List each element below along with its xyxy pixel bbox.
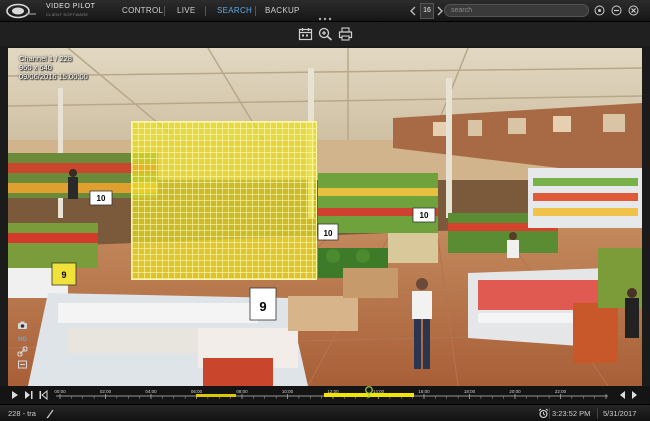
price-sign: 10	[420, 211, 429, 220]
step-backward-icon[interactable]	[38, 390, 48, 400]
drag-handle-icon[interactable]	[318, 17, 332, 21]
video-pilot-window: VIDEO PILOT CLIENT SOFTWARE CONTROL LIVE…	[0, 0, 650, 421]
timeline-label: 20:00	[509, 389, 521, 394]
brand-title: VIDEO PILOT	[46, 3, 96, 10]
logo-icon	[6, 3, 36, 19]
step-forward-icon[interactable]	[24, 390, 34, 400]
calendar-icon[interactable]	[298, 27, 313, 41]
motion-detection-grid[interactable]	[131, 121, 317, 280]
arrow-left-icon[interactable]	[408, 5, 418, 17]
status-time: 3:23:52 PM	[552, 409, 591, 418]
alarm-icon[interactable]	[538, 408, 549, 419]
hd-icon[interactable]: HD	[17, 333, 28, 344]
search-input[interactable]	[444, 4, 589, 17]
timeline-label: 02:00	[99, 389, 112, 394]
link-icon[interactable]	[17, 346, 28, 357]
camera-frame: 10 10 10 9 9	[8, 48, 642, 386]
recording-segment[interactable]	[196, 394, 236, 397]
timeline-label: 08:00	[236, 389, 248, 394]
nav-search[interactable]: SEARCH	[217, 6, 252, 15]
status-separator	[597, 408, 598, 419]
osd-resolution: 960 x 640	[19, 63, 52, 72]
nav-control[interactable]: CONTROL	[122, 6, 163, 15]
pen-icon[interactable]	[46, 408, 55, 419]
camera-status: 228 - tra	[8, 409, 36, 418]
osd-timestamp: 09/06/2016 15:00:00	[19, 72, 88, 81]
status-separator	[549, 408, 550, 419]
help-icon[interactable]	[594, 5, 605, 16]
timeline-label: 18:00	[463, 389, 476, 394]
price-sign: 9	[259, 299, 266, 314]
osd-channel: Channel 1 / 228	[19, 54, 72, 63]
timeline-label: 00:00	[54, 389, 66, 394]
search-toolbar	[0, 22, 650, 46]
nav-backup[interactable]: BACKUP	[265, 6, 300, 15]
shopper-figure	[68, 169, 78, 199]
price-sign: 10	[97, 194, 106, 203]
svg-text:HD: HD	[18, 337, 27, 343]
zoom-in-icon[interactable]	[318, 27, 333, 41]
price-sign: 9	[61, 270, 66, 280]
status-date: 5/31/2017	[603, 409, 637, 418]
timeline-label: 10:00	[281, 389, 294, 394]
timeline-label: 14:00	[372, 389, 385, 394]
video-viewport[interactable]: 10 10 10 9 9 Channel 1 / 228 960 x 640 0…	[8, 48, 642, 386]
rewind-icon[interactable]	[617, 390, 627, 400]
timeline-label: 16:00	[418, 389, 430, 394]
minimize-icon[interactable]	[611, 5, 622, 16]
status-bar: 228 - tra 3:23:52 PM 5/31/2017	[0, 404, 650, 421]
nav-separator	[205, 6, 206, 16]
nav-separator	[164, 6, 165, 16]
timeline-label: 22:00	[554, 389, 567, 394]
brand: VIDEO PILOT CLIENT SOFTWARE	[46, 3, 95, 19]
brand-subtitle: CLIENT SOFTWARE	[46, 12, 89, 17]
print-icon[interactable]	[338, 27, 353, 41]
channel-count[interactable]: 16	[420, 3, 434, 19]
timeline-label: 06:00	[190, 389, 203, 394]
fast-forward-icon[interactable]	[630, 390, 640, 400]
price-sign: 10	[324, 229, 333, 238]
close-icon[interactable]	[628, 5, 639, 16]
camera-icon[interactable]	[17, 320, 28, 331]
timeline-label: 04:00	[145, 389, 157, 394]
play-icon[interactable]	[10, 390, 20, 400]
playback-bar: 00:00 02:00 04:00 06:00 08:00 10:00 12:00 14:00…	[0, 386, 650, 404]
timeline-label: 12:00	[327, 389, 339, 394]
nav-live[interactable]: LIVE	[177, 6, 196, 15]
nav-separator	[255, 6, 256, 16]
export-icon[interactable]	[17, 359, 28, 370]
